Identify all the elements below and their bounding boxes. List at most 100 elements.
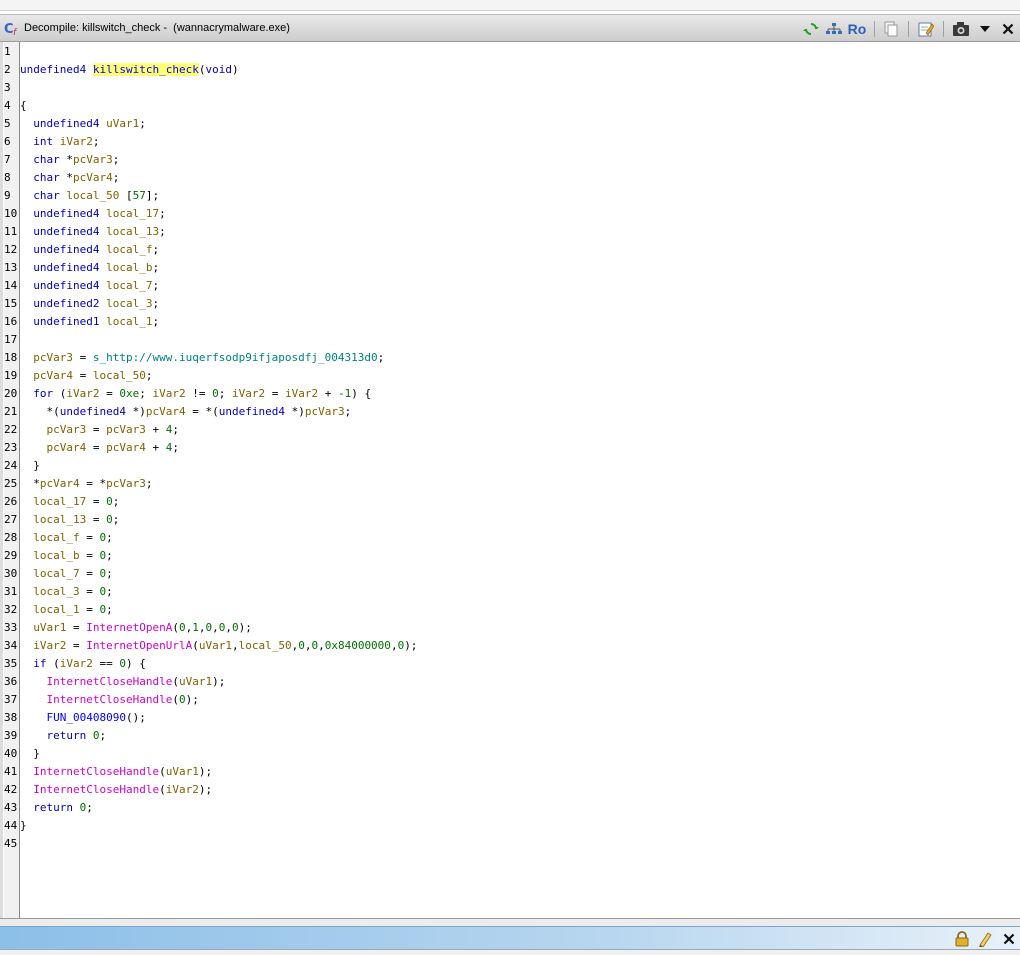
code-token[interactable]: ; [113,495,120,508]
code-token[interactable]: 0 [119,657,126,670]
code-token[interactable] [20,225,33,238]
code-token[interactable]: local_7 [106,279,152,292]
code-token[interactable]: , [318,639,325,652]
code-token[interactable]: == [93,657,120,670]
code-token[interactable]: InternetCloseHandle [47,693,173,706]
code-token[interactable]: *( [20,405,59,418]
code-token[interactable]: InternetOpenA [86,621,172,634]
code-token[interactable]: InternetCloseHandle [33,765,159,778]
code-line[interactable]: undefined4 local_13; [20,223,165,241]
code-token[interactable]: ; [106,567,113,580]
code-token[interactable]: , [232,639,239,652]
code-token[interactable] [20,711,47,724]
code-line[interactable]: char local_50 [57]; [20,187,159,205]
refresh-icon[interactable] [802,20,820,38]
code-token[interactable]: local_17 [106,207,159,220]
code-token[interactable]: pcVar3 [47,423,87,436]
code-token[interactable]: undefined4 [219,405,292,418]
code-line[interactable]: return 0; [20,727,107,745]
code-token[interactable]: undefined1 [33,315,106,328]
code-token[interactable]: ); [199,783,212,796]
code-token[interactable]: local_17 [33,495,86,508]
code-token[interactable]: pcVar4 [106,441,146,454]
code-token[interactable]: local_7 [33,567,79,580]
close-icon[interactable] [1000,930,1018,948]
code-token[interactable]: 57 [133,189,146,202]
code-token[interactable]: uVar1 [106,117,139,130]
code-token[interactable] [20,153,33,166]
code-line[interactable]: return 0; [20,799,93,817]
code-token[interactable]: 0 [106,495,113,508]
code-token[interactable]: ; [152,297,159,310]
code-line[interactable]: FUN_00408090(); [20,709,146,727]
code-token[interactable]: uVar1 [179,675,212,688]
code-token[interactable]: undefined4 [33,117,106,130]
code-token[interactable]: undefined4 [60,405,133,418]
code-token[interactable]: 1 [192,621,199,634]
code-token[interactable]: } [20,819,27,832]
code-token[interactable]: local_50 [66,189,126,202]
code-token[interactable]: * [20,477,40,490]
code-token[interactable] [20,783,33,796]
code-token[interactable]: local_13 [106,225,159,238]
code-line[interactable]: undefined4 uVar1; [20,115,146,133]
code-token[interactable]: (); [126,711,146,724]
code-token[interactable]: + [146,423,166,436]
code-line[interactable]: uVar1 = InternetOpenA(0,1,0,0,0); [20,619,252,637]
code-token[interactable]: char [33,153,66,166]
code-token[interactable]: undefined4 [33,261,106,274]
code-token[interactable] [20,315,33,328]
code-token[interactable]: ( [53,657,60,670]
code-token[interactable]: ; [86,801,93,814]
code-token[interactable]: ; [152,279,159,292]
code-token[interactable]: return [33,801,79,814]
code-token[interactable]: = [265,387,285,400]
code-token[interactable]: *) [292,405,305,418]
copy-icon[interactable] [882,20,900,38]
code-line[interactable]: local_17 = 0; [20,493,119,511]
code-token[interactable]: ; [172,423,179,436]
code-line[interactable]: undefined2 local_3; [20,295,159,313]
code-token[interactable]: -1 [338,387,351,400]
code-line[interactable]: for (iVar2 = 0xe; iVar2 != 0; iVar2 = iV… [20,385,371,403]
code-token[interactable]: undefined4 [20,63,93,76]
code-token[interactable]: undefined2 [33,297,106,310]
code-token[interactable] [20,189,33,202]
code-token[interactable]: ; [159,207,166,220]
code-token[interactable]: ; [146,477,153,490]
code-token[interactable]: { [20,99,27,112]
code-token[interactable]: ; [152,261,159,274]
code-line[interactable]: InternetCloseHandle(uVar1); [20,763,212,781]
code-token[interactable]: ; [113,513,120,526]
code-token[interactable]: ; [106,549,113,562]
code-token[interactable]: pcVar4 [33,369,73,382]
code-token[interactable] [20,801,33,814]
code-token[interactable]: = *( [186,405,219,418]
code-token[interactable]: s_http://www.iuqerfsodp9ifjaposdfj_00431… [93,351,378,364]
code-token[interactable]: pcVar4 [146,405,186,418]
code-line[interactable]: } [20,817,27,835]
code-token[interactable]: + [318,387,338,400]
code-token[interactable]: ( [172,675,179,688]
code-token[interactable]: ]; [146,189,159,202]
close-icon[interactable] [999,20,1017,38]
code-token[interactable]: ; [139,387,152,400]
code-token[interactable]: = [80,531,100,544]
code-token[interactable]: 0 [179,621,186,634]
code-token[interactable]: 0 [232,621,239,634]
code-line[interactable]: undefined4 killswitch_check(void) [20,61,239,79]
code-token[interactable]: InternetCloseHandle [33,783,159,796]
code-token[interactable]: uVar1 [166,765,199,778]
code-token[interactable]: = [86,513,106,526]
code-token[interactable]: ; [113,153,120,166]
code-token[interactable]: 0 [179,693,186,706]
code-token[interactable] [20,261,33,274]
code-token[interactable] [20,135,33,148]
code-token[interactable]: iVar2 [33,639,66,652]
code-token[interactable]: ; [106,531,113,544]
code-line[interactable]: InternetCloseHandle(iVar2); [20,781,212,799]
code-line[interactable]: local_f = 0; [20,529,113,547]
code-token[interactable]: kill [92,63,120,76]
code-token[interactable]: ( [159,783,166,796]
code-line[interactable]: undefined4 local_f; [20,241,159,259]
